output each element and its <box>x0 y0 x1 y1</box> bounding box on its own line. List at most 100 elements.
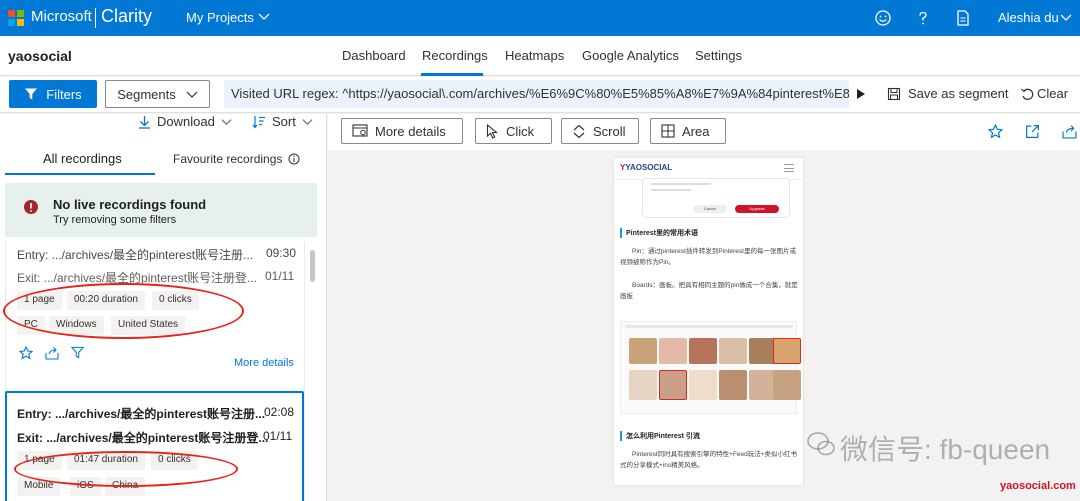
card-actions <box>19 346 84 360</box>
sort-button[interactable]: Sort <box>252 114 313 129</box>
more-details-link[interactable]: More details <box>234 357 294 369</box>
download-icon <box>139 115 150 129</box>
star-icon[interactable] <box>988 124 1003 139</box>
more-details-button[interactable]: More details <box>341 118 463 144</box>
save-as-segment-button[interactable]: Save as segment <box>887 86 1008 101</box>
annotation-oval <box>14 451 238 487</box>
hamburger-menu-icon <box>784 164 794 172</box>
entry-url: Entry: .../archives/最全的pinterest账号注册... <box>17 248 254 262</box>
document-icon[interactable] <box>953 8 973 28</box>
recording-preview[interactable]: YYAOSOCIAL Cancel Upgrade Pinterest里的常用术… <box>614 158 803 485</box>
chevron-down-icon[interactable] <box>1060 11 1072 23</box>
url-filter-chip[interactable]: Visited URL regex: ^https://yaosocial\.c… <box>224 80 849 108</box>
exit-url: Exit: .../archives/最全的pinterest账号注册登... <box>17 431 269 445</box>
play-icon[interactable] <box>856 88 866 100</box>
notice-subtitle: Try removing some filters <box>53 214 177 226</box>
star-icon[interactable] <box>19 346 33 360</box>
entry-url: Entry: .../archives/最全的pinterest账号注册... <box>17 407 266 421</box>
tab-heatmaps[interactable]: Heatmaps <box>505 48 564 63</box>
click-label: Click <box>506 123 535 139</box>
wechat-icon <box>807 432 835 456</box>
site-watermark: yaosocial.com <box>1000 480 1076 492</box>
wechat-watermark: 微信号: fb-queen <box>840 434 1051 465</box>
chevron-down-icon[interactable] <box>258 10 270 22</box>
more-details-label: More details <box>375 123 446 139</box>
clear-label: Clear <box>1037 86 1069 101</box>
active-tab-indicator <box>421 73 483 76</box>
download-label: Download <box>157 114 215 129</box>
preview-paragraph: Pinterest同时具有搜索引擎的特性+Feed玩法+类似小红书式的分享模式+… <box>620 451 798 469</box>
preview-site-header: YYAOSOCIAL <box>614 158 803 180</box>
site-logo: YYAOSOCIAL <box>620 163 673 172</box>
project-name: yaosocial <box>8 48 72 64</box>
filter-bar: Filters Segments Visited URL regex: ^htt… <box>0 77 1080 113</box>
no-recordings-notice: No live recordings found Try removing so… <box>5 183 317 237</box>
info-icon[interactable] <box>288 153 300 165</box>
entry-time: 09:30 <box>266 246 297 260</box>
area-label: Area <box>682 123 710 139</box>
tab-favourite-label: Favourite recordings <box>173 152 283 166</box>
tab-settings[interactable]: Settings <box>695 48 742 63</box>
user-menu[interactable]: Aleshia du <box>998 10 1059 25</box>
preview-heading: 怎么利用Pinterest 引流 <box>620 431 700 441</box>
preview-paragraph: Boards：画板。把具有相同主题的pin做成一个合集，就是画板 <box>620 282 798 300</box>
segments-label: Segments <box>117 86 176 102</box>
scrollbar-thumb[interactable] <box>310 250 315 282</box>
warning-icon <box>24 200 38 214</box>
preview-embedded-screenshot <box>620 321 801 414</box>
area-icon <box>661 124 675 138</box>
player-toolbar: More details Click Scroll Area <box>328 114 1080 150</box>
smiley-feedback-icon[interactable] <box>873 8 893 28</box>
filters-label: Filters <box>46 86 82 102</box>
scroll-label: Scroll <box>593 123 626 139</box>
preview-cancel-button: Cancel <box>693 205 727 213</box>
tab-recordings[interactable]: Recordings <box>422 48 488 63</box>
my-projects-menu[interactable]: My Projects <box>186 10 254 25</box>
active-tab-indicator <box>5 173 155 175</box>
share-icon[interactable] <box>45 346 59 360</box>
recordings-list-panel: Download Sort All recordings Favourite r… <box>0 114 327 501</box>
tab-all-recordings[interactable]: All recordings <box>43 151 122 166</box>
microsoft-logo-icon <box>8 10 24 26</box>
preview-upgrade-button: Upgrade <box>735 205 779 213</box>
exit-date: 01/11 <box>263 429 293 443</box>
scroll-button[interactable]: Scroll <box>561 118 639 144</box>
entry-time: 02:08 <box>264 405 295 419</box>
chevron-down-icon <box>221 119 232 126</box>
help-icon[interactable] <box>913 8 933 28</box>
exit-date: 01/11 <box>265 269 295 283</box>
download-button[interactable]: Download <box>138 114 232 129</box>
tab-favourite-recordings[interactable]: Favourite recordings <box>173 152 300 166</box>
brand-divider <box>95 8 96 28</box>
sort-label: Sort <box>272 114 296 129</box>
clear-button[interactable]: Clear <box>1020 86 1068 101</box>
project-header: yaosocial Dashboard Recordings Heatmaps … <box>0 36 1080 76</box>
preview-dialog: Cancel Upgrade <box>642 178 790 218</box>
cursor-icon <box>486 123 499 139</box>
click-button[interactable]: Click <box>475 118 552 144</box>
filters-button[interactable]: Filters <box>9 80 97 108</box>
notice-title: No live recordings found <box>53 197 207 212</box>
undo-icon <box>1021 88 1034 100</box>
save-icon <box>887 87 901 100</box>
top-bar: Microsoft Clarity My Projects Aleshia du <box>0 0 1080 36</box>
tab-dashboard[interactable]: Dashboard <box>342 48 406 63</box>
save-as-segment-label: Save as segment <box>908 86 1009 101</box>
brand-name: Microsoft <box>31 8 92 25</box>
chevron-down-icon <box>302 119 313 126</box>
preview-paragraph: Pin：通过pinterest插件转发到Pinterest里的每一张图片或视频被… <box>620 248 796 266</box>
scroll-icon <box>573 124 585 138</box>
filter-icon[interactable] <box>71 346 84 359</box>
filter-icon <box>25 88 38 100</box>
site-logo-text: YAOSOCIAL <box>625 163 673 172</box>
preview-heading: Pinterest里的常用术语 <box>620 228 698 238</box>
segments-dropdown[interactable]: Segments <box>105 80 210 108</box>
product-name[interactable]: Clarity <box>101 6 152 27</box>
open-external-icon[interactable] <box>1025 124 1040 139</box>
annotation-oval <box>3 283 244 339</box>
area-button[interactable]: Area <box>650 118 726 144</box>
details-icon <box>352 124 368 137</box>
share-icon[interactable] <box>1062 124 1077 139</box>
tab-google-analytics[interactable]: Google Analytics <box>582 48 679 63</box>
sort-icon <box>252 115 265 128</box>
